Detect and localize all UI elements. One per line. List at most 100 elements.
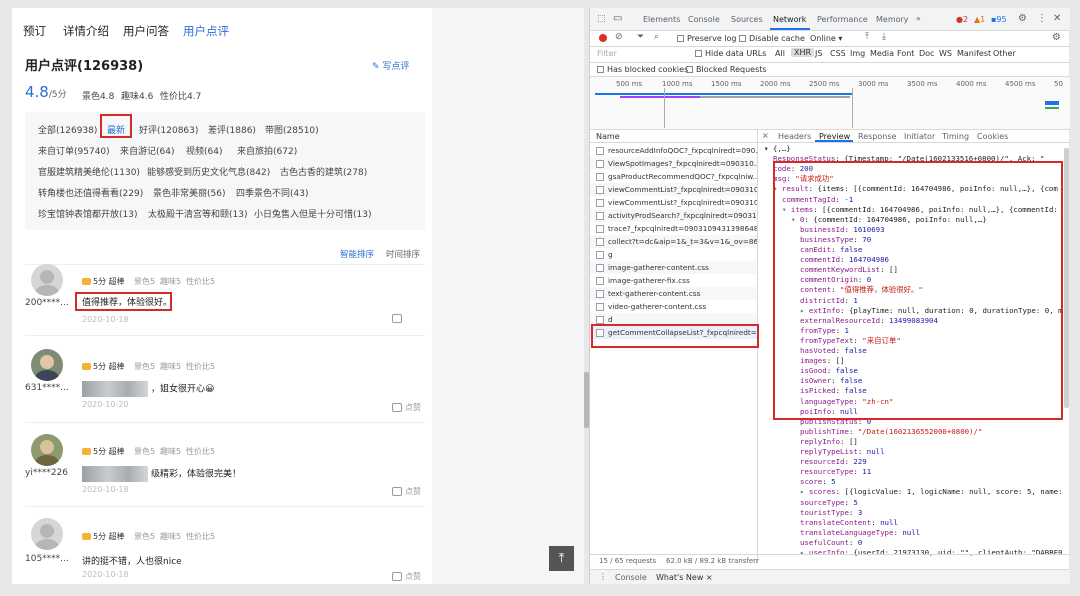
tag-all[interactable]: 全部(126938) <box>38 123 97 136</box>
filter-media[interactable]: Media <box>870 49 894 58</box>
tab-sources[interactable]: Sources <box>731 15 763 24</box>
settings-gear-icon[interactable]: ⚙ <box>1018 13 1027 24</box>
filter-img[interactable]: Img <box>850 49 865 58</box>
json-line[interactable]: ▸ scores: [{logicValue: 1, logicName: nu… <box>762 487 1062 497</box>
tab-response[interactable]: Response <box>858 132 896 141</box>
tab-timing[interactable]: Timing <box>942 132 969 141</box>
json-line[interactable]: replyTypeList: null <box>762 447 885 457</box>
avatar[interactable] <box>31 434 63 466</box>
json-line[interactable]: sourceType: 5 <box>762 498 858 508</box>
tab-reviews[interactable]: 用户点评 <box>183 23 229 39</box>
tag-keyword[interactable]: 太极殿干清宫等和颐(13) <box>148 207 247 220</box>
json-line[interactable]: usefulCount: 0 <box>762 538 862 548</box>
like-button[interactable] <box>392 314 405 323</box>
filter-funnel-icon[interactable]: ⏷ <box>637 32 644 42</box>
error-counter[interactable]: ●2 <box>956 15 968 24</box>
like-button[interactable]: 点赞 <box>392 571 421 582</box>
json-line[interactable]: ▾ {,…} <box>762 144 791 154</box>
filter-all[interactable]: All <box>775 49 785 58</box>
record-icon[interactable] <box>599 34 607 42</box>
like-button[interactable]: 点赞 <box>392 402 421 413</box>
request-row[interactable]: collect?t=dc&aip=1&_t=3&v=1&_ov=86&... <box>590 235 757 248</box>
tab-console[interactable]: Console <box>688 15 720 24</box>
drawer-menu-icon[interactable]: ⋮ <box>599 572 607 581</box>
json-line[interactable]: touristType: 3 <box>762 508 862 518</box>
preserve-log-checkbox[interactable]: Preserve log <box>677 34 737 43</box>
export-icon[interactable]: ⤓ <box>882 32 886 42</box>
request-row[interactable]: viewCommentList?_fxpcqlniredt=090310... <box>590 196 757 209</box>
tag-from-photo[interactable]: 来自旅拍(672) <box>237 144 297 157</box>
request-row[interactable]: gsaProductRecommendQOC?_fxpcqlniw... <box>590 170 757 183</box>
issues-counter[interactable]: ▪95 <box>991 15 1007 24</box>
json-line[interactable]: score: 5 <box>762 477 836 487</box>
filter-doc[interactable]: Doc <box>919 49 934 58</box>
filter-js[interactable]: JS <box>815 49 822 58</box>
request-row[interactable]: g <box>590 248 757 261</box>
json-line[interactable]: translateLanguageType: null <box>762 528 920 538</box>
tag-keyword[interactable]: 官服建筑精美绝伦(1130) <box>38 165 140 178</box>
request-row[interactable]: text-gatherer-content.css <box>590 287 757 300</box>
tag-from-orders[interactable]: 来自订单(95740) <box>38 144 110 157</box>
device-toggle-icon[interactable]: ▭ <box>613 13 622 24</box>
tab-details[interactable]: 详情介绍 <box>63 23 109 39</box>
tab-booking[interactable]: 预订 <box>23 23 46 39</box>
request-row[interactable]: activityProdSearch?_fxpcqlniredt=09031..… <box>590 209 757 222</box>
tag-video[interactable]: 视频(64) <box>186 144 222 157</box>
tab-headers[interactable]: Headers <box>778 132 811 141</box>
sort-time[interactable]: 时间排序 <box>386 248 420 260</box>
network-settings-icon[interactable]: ⚙ <box>1052 32 1061 43</box>
json-line[interactable]: translateContent: null <box>762 518 898 528</box>
close-detail-icon[interactable]: × <box>762 131 769 140</box>
hide-data-urls-checkbox[interactable]: Hide data URLs <box>695 49 766 58</box>
tab-performance[interactable]: Performance <box>817 15 868 24</box>
review-username[interactable]: 631****... <box>25 383 69 393</box>
throttle-select[interactable]: Online ▾ <box>810 34 842 43</box>
tab-cookies[interactable]: Cookies <box>977 132 1008 141</box>
review-username[interactable]: yi****226 <box>25 468 68 478</box>
drawer-tab-console[interactable]: Console <box>615 573 647 582</box>
tab-qa[interactable]: 用户问答 <box>123 23 169 39</box>
disable-cache-checkbox[interactable]: Disable cache <box>739 34 805 43</box>
tag-keyword[interactable]: 转角楼也还值得看看(229) <box>38 186 143 199</box>
tag-keyword[interactable]: 四季景色不同(43) <box>236 186 308 199</box>
close-devtools-icon[interactable]: ✕ <box>1053 13 1061 24</box>
tab-elements[interactable]: Elements <box>643 15 680 24</box>
tag-good[interactable]: 好评(120863) <box>139 123 198 136</box>
tag-bad[interactable]: 差评(1886) <box>208 123 256 136</box>
request-row[interactable]: image-gatherer-fix.css <box>590 274 757 287</box>
json-line[interactable]: resourceId: 229 <box>762 457 867 467</box>
tab-memory[interactable]: Memory <box>876 15 909 24</box>
sort-smart[interactable]: 智能排序 <box>340 248 374 260</box>
inspect-icon[interactable]: ⬚ <box>597 14 606 24</box>
tag-from-travelogue[interactable]: 来自游记(64) <box>120 144 174 157</box>
request-row[interactable]: ViewSpotImages?_fxpcqlniredt=090310... <box>590 157 757 170</box>
filter-css[interactable]: CSS <box>830 49 846 58</box>
tab-initiator[interactable]: Initiator <box>904 132 935 141</box>
tag-keyword[interactable]: 珍宝馆钟表馆都开放(13) <box>38 207 137 220</box>
json-line[interactable]: replyInfo: [] <box>762 437 858 447</box>
warning-counter[interactable]: ▲1 <box>974 15 985 24</box>
filter-manifest[interactable]: Manifest <box>957 49 991 58</box>
request-row[interactable]: image-gatherer-content.css <box>590 261 757 274</box>
review-username[interactable]: 105****... <box>25 554 69 564</box>
has-blocked-cookies-checkbox[interactable]: Has blocked cookies <box>597 65 688 74</box>
more-tabs-icon[interactable]: » <box>916 14 921 23</box>
write-review-button[interactable]: ✎ 写点评 <box>372 59 409 72</box>
preview-scrollbar[interactable] <box>1064 148 1069 408</box>
kebab-menu-icon[interactable]: ⋮ <box>1037 13 1047 24</box>
import-icon[interactable]: ⤒ <box>865 32 869 42</box>
filter-input[interactable]: Filter <box>597 49 617 58</box>
tag-with-images[interactable]: 带图(28510) <box>265 123 319 136</box>
avatar[interactable] <box>31 349 63 381</box>
json-line[interactable]: resourceType: 11 <box>762 467 871 477</box>
json-line[interactable]: publishTime: "/Date(1602136552000+0800)/… <box>762 427 982 437</box>
request-row[interactable]: resourceAddInfoQOC?_fxpcqlniredt=090... <box>590 144 757 157</box>
request-row[interactable]: viewCommentList?_fxpcqlniredt=090310... <box>590 183 757 196</box>
avatar[interactable] <box>31 518 63 550</box>
tab-network[interactable]: Network <box>773 15 806 24</box>
tag-keyword[interactable]: 古色古香的建筑(278) <box>280 165 367 178</box>
clear-icon[interactable]: ⊘ <box>615 32 623 42</box>
request-row[interactable]: trace?_fxpcqlniredt=09031094313986481... <box>590 222 757 235</box>
filter-font[interactable]: Font <box>897 49 914 58</box>
tag-keyword[interactable]: 小日兔售入但是十分可惜(13) <box>254 207 371 220</box>
